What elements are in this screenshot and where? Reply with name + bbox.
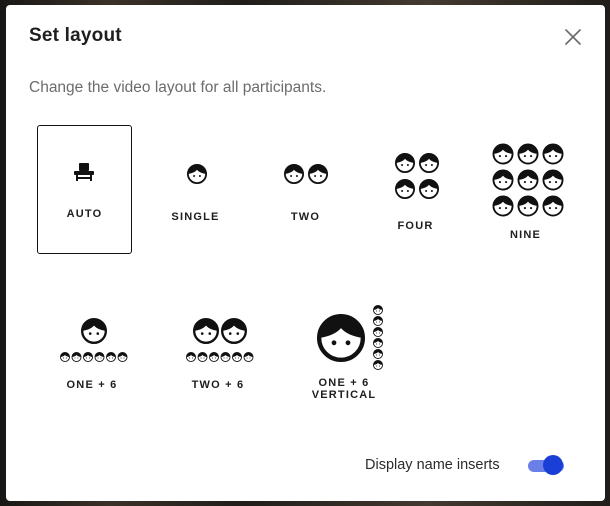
face-glyph [106, 352, 117, 363]
layout-option-nine[interactable]: NINE [478, 125, 573, 254]
face-glyph [186, 352, 196, 362]
dialog-title: Set layout [29, 25, 122, 46]
face-glyph [373, 360, 384, 371]
face-glyph [492, 143, 514, 165]
two-plus-six-icon [186, 318, 254, 363]
dialog-subtitle: Change the video layout for all particip… [29, 79, 327, 96]
layout-option-one-plus-6-vertical[interactable]: ONE + 6 VERTICAL [296, 295, 392, 407]
face-glyph [542, 143, 564, 165]
face-glyph [94, 352, 105, 363]
one-plus-six-vertical-icon [316, 304, 384, 371]
face-glyph [232, 352, 243, 363]
face-glyph [83, 352, 94, 363]
layout-label-one-plus-6: ONE + 6 [66, 379, 118, 391]
layout-label-auto: AUTO [66, 208, 103, 220]
nine-faces-icon [492, 143, 564, 217]
face-glyph [220, 318, 247, 344]
layout-option-auto[interactable]: AUTO [37, 125, 132, 254]
face-glyph [71, 352, 82, 363]
single-face-icon [186, 163, 208, 185]
face-glyph [117, 352, 128, 363]
face-glyph [373, 304, 384, 316]
face-glyph [542, 169, 564, 191]
one-plus-six-icon [60, 318, 128, 363]
four-faces-icon [394, 152, 440, 200]
layout-label-two-plus-6: TWO + 6 [191, 379, 245, 391]
face-glyph [492, 195, 514, 217]
face-glyph [373, 338, 384, 349]
face-glyph [197, 352, 208, 363]
face-glyph [220, 352, 231, 363]
face-glyph [542, 195, 564, 217]
face-glyph [492, 169, 514, 191]
face-glyph [394, 178, 416, 200]
layout-label-one-plus-6-vertical-line1: ONE + 6 [318, 377, 370, 389]
seat-icon [74, 163, 94, 181]
layout-option-single[interactable]: SINGLE [148, 125, 243, 254]
face-glyph [373, 349, 384, 360]
toggle-knob [543, 455, 563, 475]
layout-option-four[interactable]: FOUR [368, 125, 463, 254]
face-glyph [316, 313, 366, 363]
face-glyph [193, 318, 219, 344]
close-button[interactable] [562, 26, 584, 48]
face-glyph [373, 327, 384, 338]
face-glyph [517, 169, 539, 191]
face-glyph [60, 352, 70, 362]
face-glyph [243, 352, 254, 363]
layout-label-four: FOUR [397, 220, 434, 232]
name-inserts-label: Display name inserts [365, 457, 500, 473]
face-glyph [209, 352, 220, 363]
face-glyph [373, 315, 384, 327]
layout-label-single: SINGLE [171, 211, 220, 223]
face-glyph [81, 318, 107, 344]
close-icon [565, 29, 581, 45]
layout-option-two-plus-6[interactable]: TWO + 6 [170, 295, 266, 407]
layout-label-nine: NINE [509, 229, 542, 241]
face-glyph [517, 143, 539, 165]
face-glyph [418, 178, 440, 200]
face-glyph [283, 163, 305, 185]
face-glyph [394, 152, 416, 174]
two-faces-icon [283, 163, 329, 185]
name-inserts-toggle[interactable] [527, 454, 567, 478]
set-layout-dialog: Set layout Change the video layout for a… [6, 5, 605, 501]
layout-option-one-plus-6[interactable]: ONE + 6 [44, 295, 140, 407]
face-glyph [307, 163, 329, 185]
layout-label-one-plus-6-vertical-line2: VERTICAL [311, 389, 377, 401]
layout-label-two: TWO [290, 211, 321, 223]
face-glyph [517, 195, 539, 217]
layout-option-two[interactable]: TWO [258, 125, 353, 254]
face-glyph [418, 152, 440, 174]
face-glyph [186, 163, 208, 185]
